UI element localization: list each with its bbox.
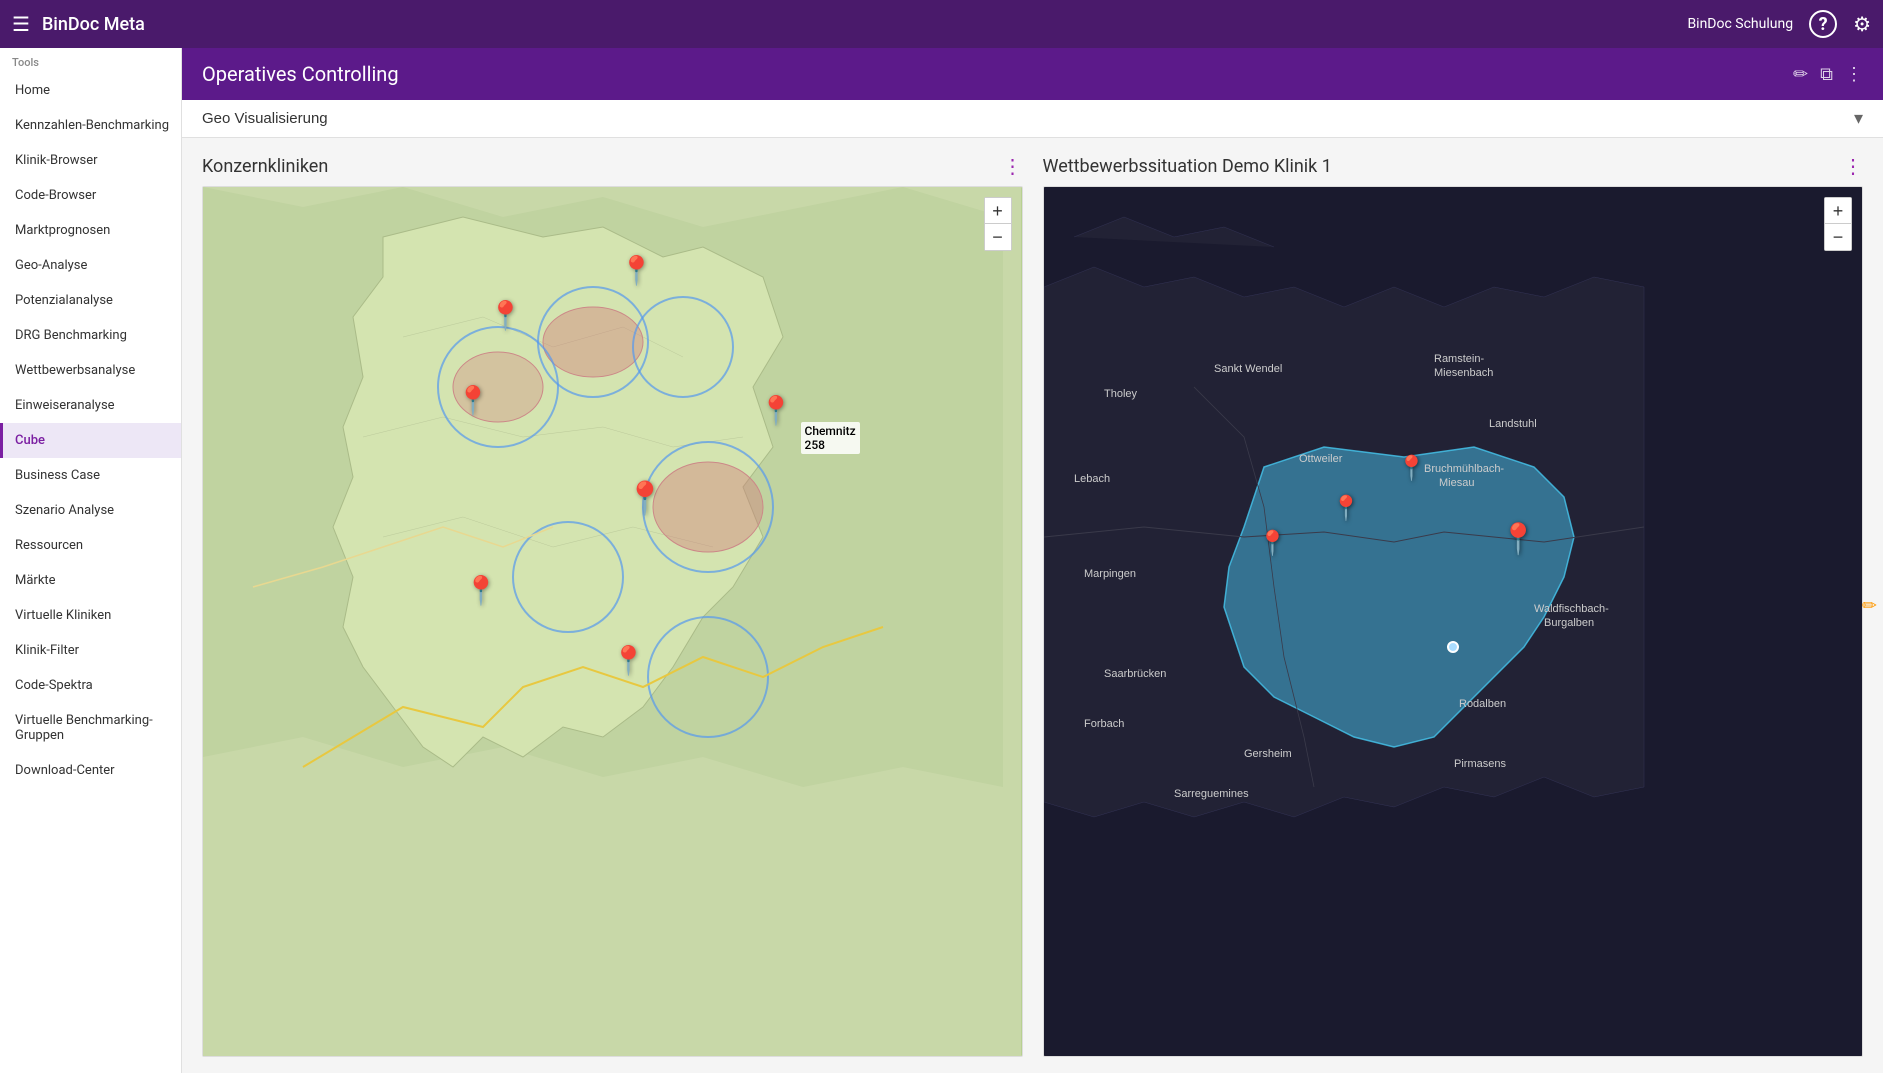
right-map-title: Wettbewerbssituation Demo Klinik 1 — [1043, 156, 1844, 177]
hamburger-icon[interactable]: ☰ — [12, 12, 30, 36]
sidebar-item-business-case[interactable]: Business Case — [0, 458, 181, 493]
svg-text:Bruchmühlbach-: Bruchmühlbach- — [1424, 463, 1504, 475]
page-title: Operatives Controlling — [202, 62, 1793, 86]
right-pin-red: 📍 — [1500, 522, 1537, 557]
svg-text:Miesenbach: Miesenbach — [1434, 367, 1493, 379]
sidebar-item-cube[interactable]: Cube — [0, 423, 181, 458]
right-dot-blue — [1447, 641, 1459, 653]
toolbar: Geo Visualisierung ▾ — [182, 100, 1883, 138]
left-map-menu-icon[interactable]: ⋮ — [1003, 154, 1023, 178]
svg-text:Saarbrücken: Saarbrücken — [1104, 668, 1166, 680]
visualization-dropdown[interactable]: Geo Visualisierung — [202, 110, 1854, 127]
pin-1: 📍 — [619, 254, 654, 287]
sidebar-item-klinik-filter[interactable]: Klinik-Filter — [0, 633, 181, 668]
left-map-panel: Konzernkliniken ⋮ — [202, 154, 1023, 1057]
right-pin-blue-1: 📍 — [1397, 454, 1427, 482]
settings-icon[interactable]: ⚙ — [1853, 12, 1871, 36]
right-zoom-out-button[interactable]: − — [1825, 224, 1851, 250]
help-icon[interactable]: ? — [1809, 10, 1837, 38]
svg-text:Ramstein-: Ramstein- — [1434, 353, 1484, 365]
chemnitz-label: Chemnitz 258 — [801, 422, 860, 454]
left-map-title-row: Konzernkliniken ⋮ — [202, 154, 1023, 178]
svg-text:Sarreguemines: Sarreguemines — [1174, 788, 1249, 800]
header-actions: ✏ ⧉ ⋮ — [1793, 64, 1863, 85]
maps-container: Konzernkliniken ⋮ — [182, 138, 1883, 1073]
pin-6: 📍 — [464, 574, 499, 607]
sidebar-item-home[interactable]: Home — [0, 73, 181, 108]
left-map-title: Konzernkliniken — [202, 156, 1003, 177]
right-map-wrapper[interactable]: Tholey Sankt Wendel Ramstein- Miesenbach… — [1043, 186, 1864, 1057]
right-float-actions: ✏ — [1862, 595, 1883, 616]
header-right: BinDoc Schulung ? ⚙ — [1687, 10, 1871, 38]
sidebar: Tools HomeKennzahlen-BenchmarkingKlinik-… — [0, 48, 182, 1073]
pin-2: 📍 — [488, 299, 523, 332]
svg-text:Sankt Wendel: Sankt Wendel — [1214, 363, 1282, 375]
main-layout: Tools HomeKennzahlen-BenchmarkingKlinik-… — [0, 48, 1883, 1073]
svg-text:Miesau: Miesau — [1439, 477, 1474, 489]
svg-text:Waldfischbach-: Waldfischbach- — [1534, 603, 1609, 615]
edit-icon[interactable]: ✏ — [1793, 64, 1808, 85]
svg-text:Rodalben: Rodalben — [1459, 698, 1506, 710]
svg-text:Forbach: Forbach — [1084, 718, 1124, 730]
sidebar-item-geo-analyse[interactable]: Geo-Analyse — [0, 248, 181, 283]
pin-7: 📍 — [611, 644, 646, 677]
svg-text:Lebach: Lebach — [1074, 473, 1110, 485]
sidebar-section-label: Tools — [0, 48, 181, 73]
sidebar-item-wettbewerbsanalyse[interactable]: Wettbewerbsanalyse — [0, 353, 181, 388]
sidebar-item-einweiseranalyse[interactable]: Einweiseranalyse — [0, 388, 181, 423]
sidebar-item-drg-benchmarking[interactable]: DRG Benchmarking — [0, 318, 181, 353]
right-map-title-row: Wettbewerbssituation Demo Klinik 1 ⋮ — [1043, 154, 1864, 178]
left-zoom-in-button[interactable]: + — [985, 198, 1011, 224]
left-zoom-controls: + − — [984, 197, 1012, 251]
right-zoom-controls: + − — [1824, 197, 1852, 251]
sidebar-item-kennzahlen-benchmarking[interactable]: Kennzahlen-Benchmarking — [0, 108, 181, 143]
right-zoom-in-button[interactable]: + — [1825, 198, 1851, 224]
sidebar-item-maerkte[interactable]: Märkte — [0, 563, 181, 598]
sidebar-item-virtuelle-benchmarking-gruppen[interactable]: Virtuelle Benchmarking-Gruppen — [0, 703, 181, 753]
more-vert-icon[interactable]: ⋮ — [1845, 64, 1863, 85]
app-title: BinDoc Meta — [42, 14, 1688, 35]
sidebar-item-virtuelle-kliniken[interactable]: Virtuelle Kliniken — [0, 598, 181, 633]
left-zoom-out-button[interactable]: − — [985, 224, 1011, 250]
float-edit-icon[interactable]: ✏ — [1862, 595, 1877, 616]
page-header: Operatives Controlling ✏ ⧉ ⋮ — [182, 48, 1883, 100]
svg-text:Marpingen: Marpingen — [1084, 568, 1136, 580]
sidebar-item-szenario-analyse[interactable]: Szenario Analyse — [0, 493, 181, 528]
right-map-svg: Tholey Sankt Wendel Ramstein- Miesenbach… — [1044, 187, 1863, 1056]
svg-text:Burgalben: Burgalben — [1544, 617, 1594, 629]
left-map-wrapper[interactable]: 📍 📍 📍 📍 — [202, 186, 1023, 1057]
sidebar-item-marktprognosen[interactable]: Marktprognosen — [0, 213, 181, 248]
svg-text:Landstuhl: Landstuhl — [1489, 418, 1537, 430]
pin-5: 📍 — [625, 479, 665, 517]
dropdown-arrow-icon: ▾ — [1854, 108, 1863, 129]
svg-text:Gersheim: Gersheim — [1244, 748, 1292, 760]
copy-icon[interactable]: ⧉ — [1820, 64, 1833, 85]
sidebar-item-potenzialanalyse[interactable]: Potenzialanalyse — [0, 283, 181, 318]
sidebar-item-download-center[interactable]: Download-Center — [0, 753, 181, 788]
content-area: Operatives Controlling ✏ ⧉ ⋮ Geo Visuali… — [182, 48, 1883, 1073]
right-map-menu-icon[interactable]: ⋮ — [1843, 154, 1863, 178]
svg-text:Ottweiler: Ottweiler — [1299, 453, 1343, 465]
user-name: BinDoc Schulung — [1687, 16, 1793, 32]
left-map-svg — [203, 187, 1022, 1056]
right-pin-blue-3: 📍 — [1258, 529, 1288, 557]
right-pin-blue-2: 📍 — [1331, 494, 1361, 522]
sidebar-item-ressourcen[interactable]: Ressourcen — [0, 528, 181, 563]
sidebar-item-code-spektra[interactable]: Code-Spektra — [0, 668, 181, 703]
svg-text:Pirmasens: Pirmasens — [1454, 758, 1506, 770]
sidebar-item-klinik-browser[interactable]: Klinik-Browser — [0, 143, 181, 178]
pin-3: 📍 — [456, 384, 491, 417]
right-map-panel: Wettbewerbssituation Demo Klinik 1 ⋮ — [1043, 154, 1864, 1057]
pin-4: 📍 — [759, 394, 794, 427]
svg-text:Tholey: Tholey — [1104, 388, 1138, 400]
sidebar-item-code-browser[interactable]: Code-Browser — [0, 178, 181, 213]
top-header: ☰ BinDoc Meta BinDoc Schulung ? ⚙ — [0, 0, 1883, 48]
